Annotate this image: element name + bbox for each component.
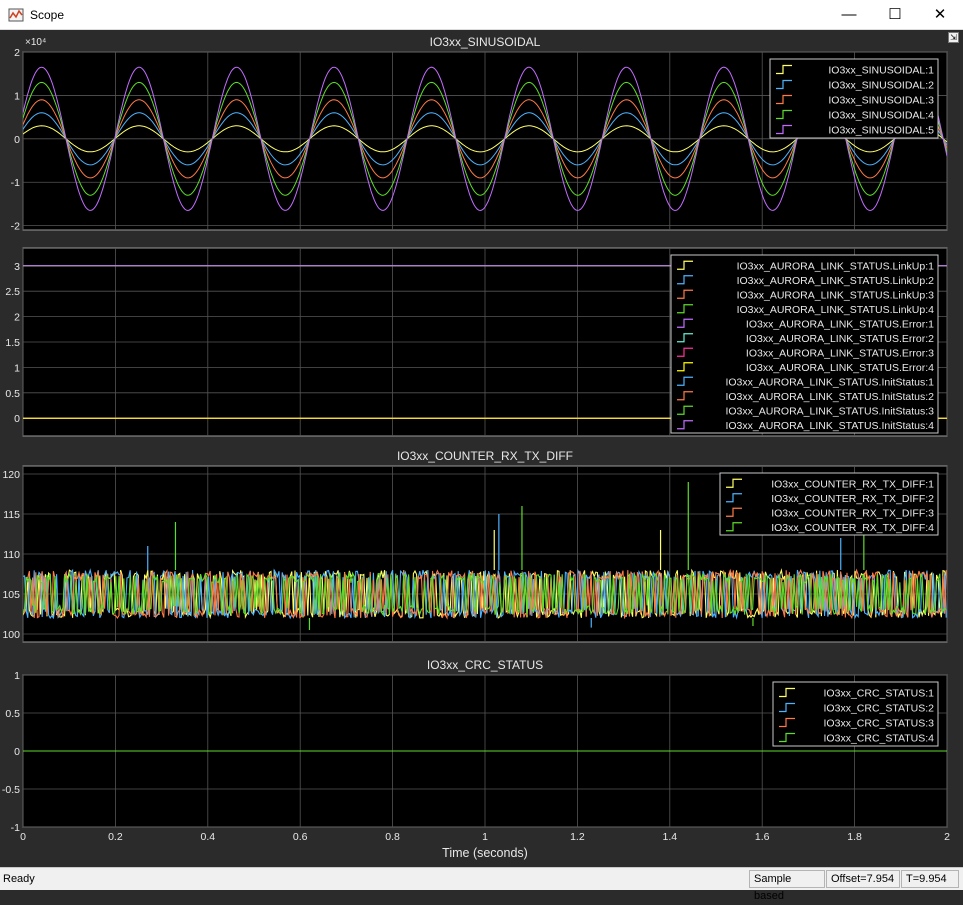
axes-title: IO3xx_SINUSOIDAL	[430, 35, 541, 49]
legend-entry: IO3xx_COUNTER_RX_TX_DIFF:2	[771, 493, 934, 505]
legend-entry: IO3xx_COUNTER_RX_TX_DIFF:3	[771, 507, 934, 519]
legend-entry: IO3xx_AURORA_LINK_STATUS.Error:3	[746, 347, 934, 359]
legend: IO3xx_AURORA_LINK_STATUS.LinkUp:1 IO3xx_A…	[670, 254, 939, 434]
x-tick-label: 1.2	[570, 831, 585, 843]
x-tick-label: 0.4	[200, 831, 215, 843]
x-tick-label: 0.6	[293, 831, 308, 843]
y-tick-label: 110	[3, 549, 20, 561]
legend-entry: IO3xx_AURORA_LINK_STATUS.InitStatus:3	[725, 405, 934, 417]
scope-axes-2: 0 0.5 1 1.5 2 2.5 3 IO3xx_AURORA_LINK_STATUS.Li…	[5, 247, 948, 437]
y-tick-label: 1	[14, 362, 20, 374]
scope-axes-3: 100 105 110 115 120 IO3xx_COUNTER_RX_TX_DIFF I…	[2, 449, 948, 643]
x-tick-label: 1	[482, 831, 488, 843]
legend: IO3xx_SINUSOIDAL:1 IO3xx_SINUSOIDAL:2 IO3x…	[769, 58, 939, 139]
x-tick-label: 2	[944, 831, 950, 843]
legend-entry: IO3xx_AURORA_LINK_STATUS.LinkUp:3	[737, 289, 935, 301]
x-tick-label: 0.8	[385, 831, 400, 843]
sample-mode-indicator: Sample based	[749, 870, 825, 902]
y-tick-label: -0.5	[2, 784, 20, 796]
offset-readout: Offset=7.954	[826, 870, 900, 888]
legend-entry: IO3xx_SINUSOIDAL:3	[828, 95, 934, 107]
legend-entry: IO3xx_COUNTER_RX_TX_DIFF:4	[771, 522, 934, 534]
axes-title: IO3xx_COUNTER_RX_TX_DIFF	[397, 449, 573, 463]
legend-entry: IO3xx_AURORA_LINK_STATUS.LinkUp:2	[737, 275, 935, 287]
legend: IO3xx_CRC_STATUS:1 IO3xx_CRC_STATUS:2 IO3x…	[772, 681, 939, 747]
legend-entry: IO3xx_CRC_STATUS:1	[824, 688, 935, 700]
legend: IO3xx_COUNTER_RX_TX_DIFF:1 IO3xx_COUNTER_…	[719, 472, 939, 536]
legend-entry: IO3xx_CRC_STATUS:2	[824, 703, 935, 715]
legend-entry: IO3xx_SINUSOIDAL:4	[828, 110, 934, 122]
y-tick-label: 105	[2, 589, 20, 601]
legend-entry: IO3xx_SINUSOIDAL:1	[828, 65, 934, 77]
window-title: Scope	[30, 8, 65, 22]
y-tick-label: 115	[3, 509, 20, 521]
y-tick-label: 0.5	[5, 708, 20, 720]
y-tick-label: 2.5	[5, 286, 20, 298]
close-button[interactable]: ✕	[917, 0, 963, 30]
x-tick-label: 1.4	[662, 831, 677, 843]
legend-entry: IO3xx_AURORA_LINK_STATUS.Error:1	[746, 318, 934, 330]
x-tick-label: 0.2	[108, 831, 123, 843]
y-tick-label: -2	[11, 221, 20, 233]
scope-app-icon	[8, 8, 24, 22]
y-tick-label: 0	[14, 413, 20, 425]
y-tick-label: 2	[14, 312, 20, 324]
scope-axes-1: -2 -1 0 1 2 IO3xx_SINUSOIDAL ×10⁴ IO3xx_SINUSOI…	[11, 35, 948, 233]
status-ready-text: Ready	[3, 873, 35, 885]
x-axis-label: Time (seconds)	[442, 846, 528, 860]
x-tick-label: 1.6	[755, 831, 770, 843]
legend-entry: IO3xx_AURORA_LINK_STATUS.Error:4	[746, 362, 934, 374]
legend-entry: IO3xx_AURORA_LINK_STATUS.LinkUp:4	[737, 304, 935, 316]
legend-entry: IO3xx_AURORA_LINK_STATUS.Error:2	[746, 333, 934, 345]
legend-entry: IO3xx_AURORA_LINK_STATUS.InitStatus:4	[725, 420, 934, 432]
scope-axes-4: -1 -0.5 0 0.5 1 IO3xx_CRC_STATUS IO3xx_CRC_STA…	[2, 658, 950, 860]
y-tick-label: 100	[2, 629, 20, 641]
legend-entry: IO3xx_AURORA_LINK_STATUS.LinkUp:1	[737, 260, 935, 272]
y-tick-label: 3	[14, 261, 20, 273]
legend-entry: IO3xx_SINUSOIDAL:5	[828, 125, 934, 137]
undock-icon[interactable]: ⇲	[948, 32, 959, 43]
maximize-button[interactable]: ☐	[872, 0, 918, 30]
legend-entry: IO3xx_CRC_STATUS:3	[824, 718, 935, 730]
legend-entry: IO3xx_AURORA_LINK_STATUS.InitStatus:1	[725, 376, 934, 388]
legend-entry: IO3xx_COUNTER_RX_TX_DIFF:1	[771, 478, 934, 490]
legend-entry: IO3xx_CRC_STATUS:4	[824, 733, 935, 745]
y-tick-label: 0	[14, 134, 20, 146]
y-tick-label: 0	[14, 746, 20, 758]
exponent-label: ×10⁴	[25, 37, 46, 48]
y-tick-label: 120	[2, 469, 20, 481]
y-tick-label: -1	[11, 177, 20, 189]
scope-figure: -2-1012IO3xx_SINUSOIDAL×10⁴IO3xx_SINUSOI…	[2, 35, 950, 860]
y-tick-label: 1.5	[5, 337, 20, 349]
time-readout: T=9.954	[901, 870, 959, 888]
minimize-button[interactable]: —	[826, 0, 872, 30]
y-tick-label: 1	[14, 670, 20, 682]
y-tick-label: 1	[14, 90, 20, 102]
x-tick-label: 1.8	[847, 831, 862, 843]
legend-entry: IO3xx_SINUSOIDAL:2	[828, 80, 934, 92]
y-tick-label: 2	[14, 47, 20, 59]
x-tick-label: 0	[20, 831, 26, 843]
y-tick-label: -1	[11, 822, 20, 834]
legend-entry: IO3xx_AURORA_LINK_STATUS.InitStatus:2	[725, 391, 934, 403]
axes-title: IO3xx_CRC_STATUS	[427, 658, 543, 672]
window-titlebar: Scope — ☐ ✕	[0, 0, 963, 30]
status-bar: Ready Sample based Offset=7.954 T=9.954	[0, 867, 963, 902]
y-tick-label: 0.5	[5, 388, 20, 400]
